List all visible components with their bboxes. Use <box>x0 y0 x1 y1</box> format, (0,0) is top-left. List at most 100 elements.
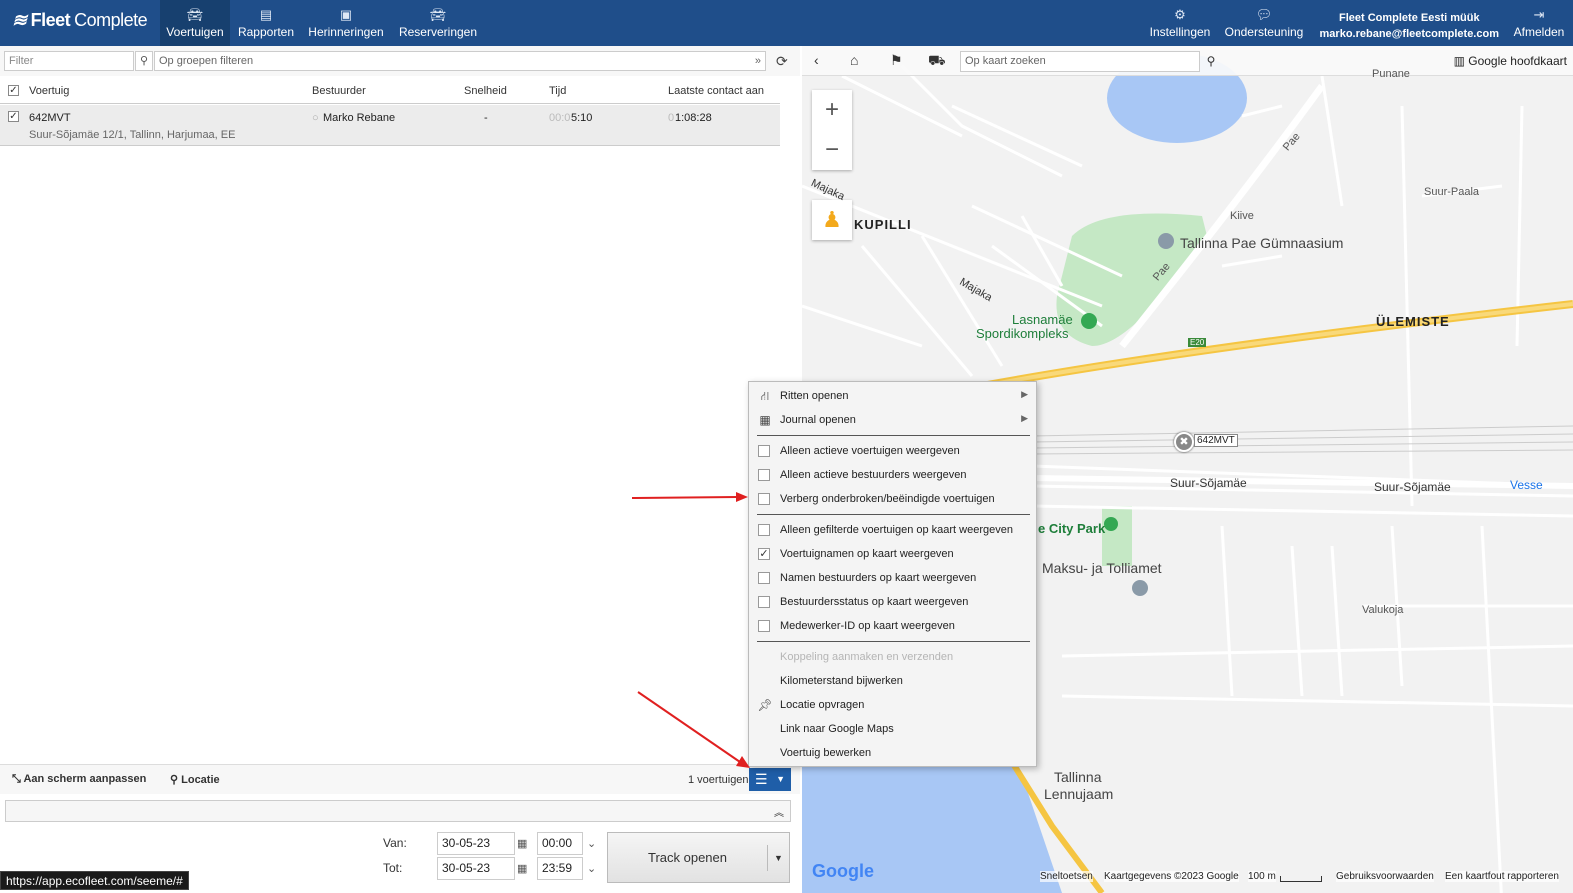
checkbox-checked[interactable]: ✓ <box>758 548 770 560</box>
vehicle-name: 642MVT <box>29 112 71 124</box>
column-vehicle[interactable]: Voertuig <box>29 85 69 97</box>
menu-item-edit-vehicle[interactable]: Voertuig bewerken <box>749 741 1036 765</box>
chevron-left-icon[interactable]: ‹ <box>814 52 819 68</box>
search-icon[interactable]: ⚲ <box>135 51 153 71</box>
keyboard-shortcuts-link[interactable]: Sneltoetsen <box>1040 871 1093 882</box>
zoom-out-button[interactable]: − <box>812 130 852 170</box>
time-value: 5:10 <box>571 112 593 124</box>
logo-text-light: Complete <box>74 10 148 30</box>
menu-item-active-drivers[interactable]: Alleen actieve bestuurders weergeven <box>749 463 1036 487</box>
column-driver[interactable]: Bestuurder <box>312 85 366 97</box>
top-navigation: ≋ Fleet Complete 🚘︎ Voertuigen ▤ Rapporte… <box>0 0 1573 46</box>
map-search-input[interactable]: Op kaart zoeken <box>960 51 1200 72</box>
row-checkbox[interactable]: ✓ <box>8 111 19 122</box>
map-label: Tallinna Pae Gümnaasium <box>1180 235 1344 251</box>
location-button[interactable]: ⚲ Locatie <box>170 773 220 786</box>
menu-item-label: Locatie opvragen <box>780 699 865 711</box>
from-date-input[interactable]: 30-05-23 <box>437 832 515 855</box>
nav-reservations[interactable]: 🚘︎ Reserveringen <box>396 0 480 46</box>
street-view-pegman-icon[interactable]: ♟ <box>812 200 852 240</box>
from-time-input[interactable]: 00:00 <box>537 832 583 855</box>
to-time-input[interactable]: 23:59 <box>537 857 583 880</box>
home-icon[interactable]: ⌂ <box>850 52 858 68</box>
filter-input[interactable]: Filter <box>4 51 134 71</box>
map-label: Kiive <box>1230 210 1254 222</box>
fleetcomplete-logo[interactable]: ≋ Fleet Complete <box>12 10 148 31</box>
map-toolbar: ‹ ⌂ ⚑ ⛟ Op kaart zoeken ⚲ ▥ Google hoofd… <box>802 46 1573 76</box>
map-label: Spordikompleks <box>976 326 1069 341</box>
menu-item-active-vehicles[interactable]: Alleen actieve voertuigen weergeven <box>749 439 1036 463</box>
list-menu-button[interactable]: ☰ ▼ <box>749 768 791 791</box>
document-icon: ▤ <box>259 6 273 22</box>
terms-link[interactable]: Gebruiksvoorwaarden <box>1336 871 1434 882</box>
menu-item-label: Ritten openen <box>780 390 849 402</box>
nav-vehicles[interactable]: 🚘︎ Voertuigen <box>160 0 230 46</box>
nav-reminders[interactable]: ▣ Herinneringen <box>306 0 386 46</box>
zoom-control: + − <box>812 90 852 170</box>
nav-settings-label: Instellingen <box>1149 24 1211 39</box>
nav-support[interactable]: 💬︎ Ondersteuning <box>1224 0 1304 46</box>
account-info[interactable]: Fleet Complete Eesti müük marko.rebane@f… <box>1320 10 1499 42</box>
truck-icon[interactable]: ⛟ <box>928 52 946 71</box>
zoom-in-button[interactable]: + <box>812 90 852 130</box>
checkbox[interactable] <box>758 493 770 505</box>
checkbox[interactable] <box>758 620 770 632</box>
logout-button[interactable]: ⇥ Afmelden <box>1510 0 1568 46</box>
table-header: ✓ Voertuig Bestuurder Snelheid Tijd Laat… <box>0 78 780 104</box>
column-last-contact[interactable]: Laatste contact aan <box>668 85 764 97</box>
search-icon[interactable]: ⚲ <box>1202 51 1220 72</box>
select-all-checkbox[interactable]: ✓ <box>8 85 19 96</box>
company-name: Fleet Complete Eesti müük <box>1338 12 1480 24</box>
menu-item-google-maps-link[interactable]: Link naar Google Maps <box>749 717 1036 741</box>
fit-screen-button[interactable]: ⤡ Aan scherm aanpassen <box>12 773 146 786</box>
column-time[interactable]: Tijd <box>549 85 566 97</box>
checkbox[interactable] <box>758 524 770 536</box>
checkbox[interactable] <box>758 596 770 608</box>
menu-item-update-odometer[interactable]: Kilometerstand bijwerken <box>749 669 1036 693</box>
calendar-icon[interactable]: ▦ <box>517 862 527 875</box>
gears-icon: ⚙ <box>1174 6 1186 22</box>
refresh-icon[interactable]: ⟳ <box>776 53 788 70</box>
status-url: https://app.ecofleet.com/seeme/# <box>0 871 189 890</box>
menu-item-trips[interactable]: ⛙ Ritten openen ▶ <box>749 384 1036 408</box>
menu-item-request-location[interactable]: 📌︎ Locatie opvragen <box>749 693 1036 717</box>
caret-down-icon: ▼ <box>776 774 785 784</box>
menu-item-driver-names-on-map[interactable]: Namen bestuurders op kaart weergeven <box>749 566 1036 590</box>
to-date-input[interactable]: 30-05-23 <box>437 857 515 880</box>
calendar-icon[interactable]: ▦ <box>517 837 527 850</box>
map-scale[interactable]: 100 m <box>1248 871 1276 882</box>
chevron-down-icon[interactable]: ⌄ <box>587 862 596 875</box>
nav-reminders-label: Herinneringen <box>308 24 384 39</box>
menu-item-journal[interactable]: ▦ Journal openen ▶ <box>749 408 1036 432</box>
highway-shield: E20 <box>1188 338 1207 347</box>
menu-item-employee-id-on-map[interactable]: Medewerker-ID op kaart weergeven <box>749 614 1036 638</box>
menu-item-vehicle-names-on-map[interactable]: ✓ Voertuignamen op kaart weergeven <box>749 542 1036 566</box>
table-row[interactable]: ✓ 642MVT Suur-Sõjamäe 12/1, Tallinn, Har… <box>0 105 780 146</box>
caret-down-icon[interactable]: ▼ <box>767 845 789 871</box>
nav-reports[interactable]: ▤ Rapporten <box>236 0 296 46</box>
group-filter-select[interactable]: Op groepen filteren » <box>154 51 766 71</box>
calendar-icon: ▦ <box>759 413 771 427</box>
menu-item-hide-suspended[interactable]: Verberg onderbroken/beëindigde voertuige… <box>749 487 1036 511</box>
map-type-selector[interactable]: ▥ Google hoofdkaart <box>1454 54 1567 68</box>
menu-item-driver-status-on-map[interactable]: Bestuurdersstatus op kaart weergeven <box>749 590 1036 614</box>
logout-icon: ⇥ <box>1533 6 1545 22</box>
track-panel-toggle[interactable]: ︽ <box>5 800 791 822</box>
menu-item-label: Voertuig bewerken <box>780 747 872 759</box>
scale-bar <box>1280 876 1322 882</box>
checkbox[interactable] <box>758 445 770 457</box>
map-label: Suur-Sõjamäe <box>1374 480 1451 494</box>
logout-label: Afmelden <box>1513 24 1565 39</box>
column-speed[interactable]: Snelheid <box>464 85 507 97</box>
menu-item-label: Alleen gefilterde voertuigen op kaart we… <box>780 524 1013 536</box>
checkbox[interactable] <box>758 572 770 584</box>
nav-settings[interactable]: ⚙ Instellingen <box>1148 0 1212 46</box>
open-track-button[interactable]: Track openen ▼ <box>607 832 790 883</box>
flag-icon[interactable]: ⚑ <box>890 52 903 69</box>
checkbox[interactable] <box>758 469 770 481</box>
menu-item-filtered-on-map[interactable]: Alleen gefilterde voertuigen op kaart we… <box>749 518 1036 542</box>
report-error-link[interactable]: Een kaartfout rapporteren <box>1445 871 1559 882</box>
time-dim: 00:0 <box>549 112 571 124</box>
driver-name: Marko Rebane <box>323 112 396 124</box>
chevron-down-icon[interactable]: ⌄ <box>587 837 596 850</box>
